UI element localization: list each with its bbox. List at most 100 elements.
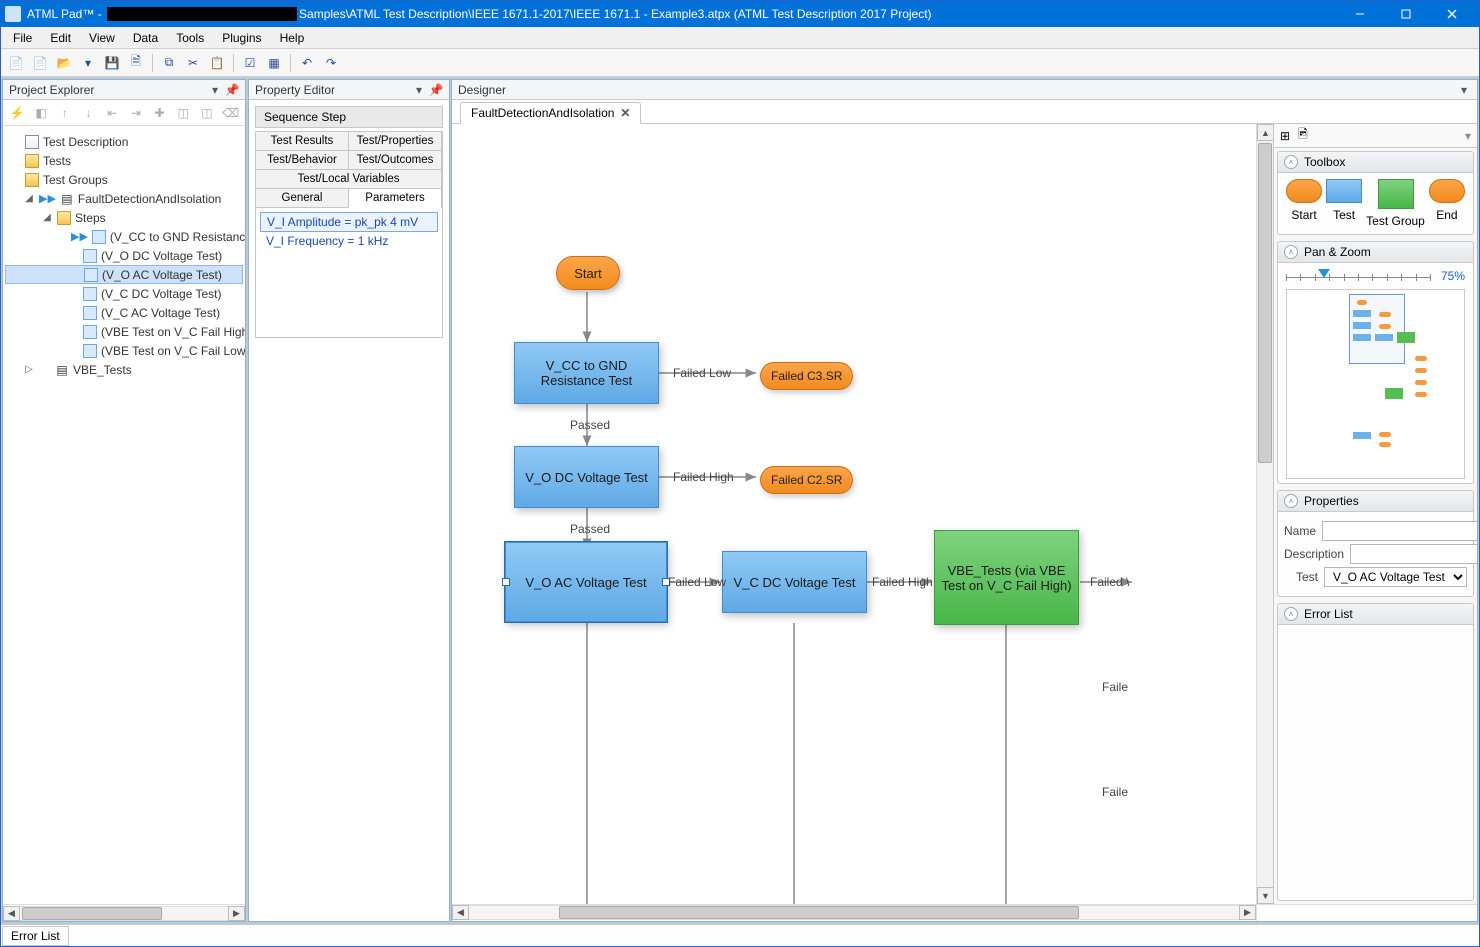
tree-step-3[interactable]: (V_C DC Voltage Test) (5, 284, 243, 303)
canvas-vertical-scrollbar[interactable]: ▲ ▼ (1256, 124, 1273, 904)
save-all-button[interactable]: 🗎 (125, 52, 147, 74)
pe-horizontal-scrollbar[interactable]: ◀▶ (3, 904, 245, 921)
tree-root[interactable]: Test Description (5, 132, 243, 151)
tree-step-1[interactable]: (V_O DC Voltage Test) (5, 246, 243, 265)
pe-btn7[interactable]: ✚ (149, 102, 170, 124)
tab-general[interactable]: General (256, 189, 349, 208)
errorlist-header[interactable]: ˄Error List (1278, 604, 1473, 625)
undo-button[interactable]: ↶ (296, 52, 318, 74)
copy-button[interactable]: ⧉ (158, 52, 180, 74)
tree-step-6[interactable]: (VBE Test on V_C Fail Low) (5, 341, 243, 360)
pe-btn9[interactable]: ◫ (197, 102, 218, 124)
designer-canvas[interactable]: Start V_CC to GND Resistance Test V_O DC… (452, 124, 1256, 904)
tree-step-5[interactable]: (VBE Test on V_C Fail High) (5, 322, 243, 341)
layout-icon[interactable]: ⊞ (1280, 129, 1290, 143)
panzoom-header[interactable]: ˄Pan & Zoom (1278, 242, 1473, 263)
pe-btn6[interactable]: ⇥ (126, 102, 147, 124)
paste-button[interactable]: 📋 (206, 52, 228, 74)
open-button[interactable]: 📂 (53, 52, 75, 74)
tree-step-4[interactable]: (V_C AC Voltage Test) (5, 303, 243, 322)
node-vo-ac-test[interactable]: V_O AC Voltage Test (505, 542, 667, 622)
label-passed-1: Passed (570, 418, 610, 432)
designer-header: Designer ▾ (452, 80, 1477, 100)
grid-button[interactable]: ▦ (263, 52, 285, 74)
statusbar: Error List (1, 924, 1479, 946)
panel-pin-icon[interactable]: 📌 (429, 83, 443, 97)
export-icon[interactable]: 🖻 (1298, 125, 1308, 146)
tab-local-variables[interactable]: Test/Local Variables (256, 170, 442, 189)
panel-pin-icon[interactable]: 📌 (225, 83, 239, 97)
prop-desc-input[interactable] (1350, 544, 1477, 564)
tree-step-0[interactable]: ▶▶(V_CC to GND Resistance Test) (5, 227, 243, 246)
tree-vbe[interactable]: ▷▤VBE_Tests (5, 360, 243, 379)
node-vo-dc-test[interactable]: V_O DC Voltage Test (514, 446, 659, 508)
badge-c3sr[interactable]: Failed C3.SR (760, 362, 853, 390)
properties-header[interactable]: ˄Properties (1278, 491, 1473, 512)
pe-btn8[interactable]: ◫ (173, 102, 194, 124)
node-vc-dc-test[interactable]: V_C DC Voltage Test (722, 551, 867, 613)
toolbox-test-group[interactable]: Test Group (1366, 179, 1425, 228)
redo-button[interactable]: ↷ (320, 52, 342, 74)
node-vbe-tests[interactable]: VBE_Tests (via VBE Test on V_C Fail High… (934, 530, 1079, 625)
maximize-button[interactable] (1383, 1, 1429, 27)
menu-plugins[interactable]: Plugins (214, 29, 269, 47)
badge-c2sr[interactable]: Failed C2.SR (760, 466, 853, 494)
menu-edit[interactable]: Edit (42, 29, 79, 47)
node-resistance-test[interactable]: V_CC to GND Resistance Test (514, 342, 659, 404)
tree-groups[interactable]: Test Groups (5, 170, 243, 189)
project-tree[interactable]: Test Description Tests Test Groups ◢▶▶▤F… (3, 126, 245, 904)
tab-test-properties[interactable]: Test/Properties (349, 132, 442, 151)
tab-test-results[interactable]: Test Results (256, 132, 349, 151)
zoom-percent: 75% (1441, 269, 1465, 283)
panel-dropdown-icon[interactable]: ▾ (208, 83, 222, 97)
menu-view[interactable]: View (81, 29, 123, 47)
errorlist-body (1278, 625, 1473, 904)
param-row-0[interactable]: V_I Amplitude = pk_pk 4 mV (260, 212, 438, 232)
tree-steps[interactable]: ◢Steps (5, 208, 243, 227)
pe-btn5[interactable]: ⇤ (102, 102, 123, 124)
pe-run-icon[interactable]: ⚡ (7, 102, 28, 124)
status-errorlist[interactable]: Error List (2, 926, 69, 946)
menu-file[interactable]: File (5, 29, 40, 47)
open-dd-button[interactable]: ▾ (77, 52, 99, 74)
zoom-slider[interactable]: 75% (1286, 267, 1465, 285)
tree-tests[interactable]: Tests (5, 151, 243, 170)
menu-tools[interactable]: Tools (168, 29, 212, 47)
canvas-horizontal-scrollbar[interactable]: ◀ ▶ (452, 904, 1477, 921)
pe-btn2[interactable]: ◧ (31, 102, 52, 124)
new2-button[interactable]: 📄 (29, 52, 51, 74)
prop-group-title: Sequence Step (255, 106, 443, 128)
cut-button[interactable]: ✂ (182, 52, 204, 74)
tree-step-2[interactable]: (V_O AC Voltage Test) (5, 265, 243, 284)
validate-button[interactable]: ☑ (239, 52, 261, 74)
side-more-icon[interactable]: ▾ (1465, 129, 1471, 143)
tab-test-behavior[interactable]: Test/Behavior (256, 151, 349, 170)
designer-tab[interactable]: FaultDetectionAndIsolation ✕ (460, 102, 641, 124)
pe-btn4[interactable]: ↓ (78, 102, 99, 124)
menu-help[interactable]: Help (272, 29, 313, 47)
pe-btn10[interactable]: ⌫ (220, 102, 241, 124)
label-failed-low-2: Failed Low (668, 575, 726, 589)
save-button[interactable]: 💾 (101, 52, 123, 74)
node-start[interactable]: Start (556, 256, 620, 290)
prop-test-select[interactable]: V_O AC Voltage Test (1324, 567, 1467, 587)
close-button[interactable] (1429, 1, 1475, 27)
toolbox-end[interactable]: End (1429, 179, 1465, 228)
prop-name-input[interactable] (1322, 521, 1477, 541)
prop-desc-label: Description (1284, 547, 1344, 561)
tree-fdi[interactable]: ◢▶▶▤FaultDetectionAndIsolation (5, 189, 243, 208)
panel-dropdown-icon[interactable]: ▾ (1457, 83, 1471, 97)
param-row-1[interactable]: V_I Frequency = 1 kHz (260, 232, 438, 250)
minimize-button[interactable] (1337, 1, 1383, 27)
toolbox-header[interactable]: ˄Toolbox (1278, 152, 1473, 173)
toolbox-test[interactable]: Test (1326, 179, 1362, 228)
tab-parameters[interactable]: Parameters (349, 189, 442, 208)
tab-close-icon[interactable]: ✕ (620, 106, 630, 120)
new-button[interactable]: 📄 (5, 52, 27, 74)
panel-dropdown-icon[interactable]: ▾ (412, 83, 426, 97)
minimap[interactable] (1286, 289, 1465, 479)
toolbox-start[interactable]: Start (1286, 179, 1322, 228)
menu-data[interactable]: Data (125, 29, 166, 47)
tab-test-outcomes[interactable]: Test/Outcomes (349, 151, 442, 170)
pe-btn3[interactable]: ↑ (54, 102, 75, 124)
